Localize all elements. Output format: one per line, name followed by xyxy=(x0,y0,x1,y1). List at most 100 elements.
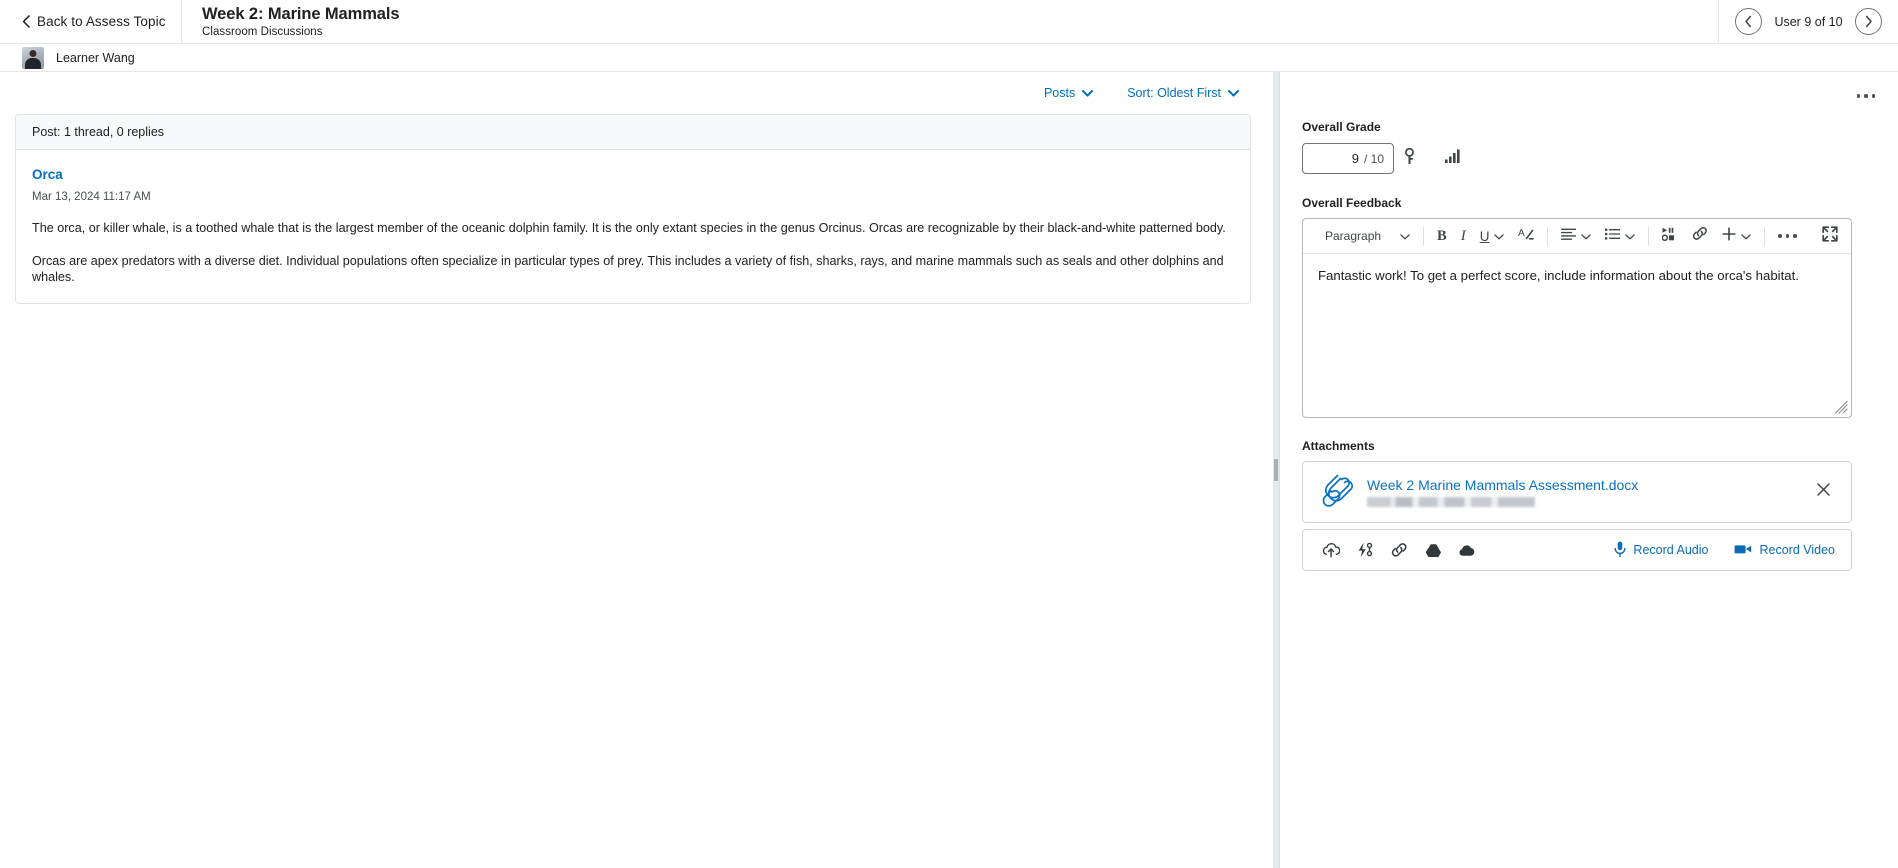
block-format-dropdown[interactable]: Paragraph xyxy=(1309,223,1417,249)
bulleted-list-icon xyxy=(1605,227,1621,245)
close-icon xyxy=(1816,483,1830,501)
post-timestamp: Mar 13, 2024 11:17 AM xyxy=(32,191,151,203)
insert-link-icon xyxy=(1692,226,1708,246)
align-left-icon xyxy=(1561,227,1577,245)
user-navigation: User 9 of 10 xyxy=(1718,0,1898,43)
rubric-button[interactable] xyxy=(1394,144,1424,174)
insert-link-button[interactable] xyxy=(1685,223,1715,249)
attachment-name-link[interactable]: Week 2 Marine Mammals Assessment.docx xyxy=(1367,477,1809,494)
overall-feedback-label: Overall Feedback xyxy=(1302,196,1402,210)
assess-discussion-page: Back to Assess Topic Week 2: Marine Mamm… xyxy=(0,0,1898,868)
record-audio-button[interactable]: Record Audio xyxy=(1614,541,1708,560)
key-icon xyxy=(1403,147,1416,170)
align-button[interactable] xyxy=(1554,223,1598,249)
chevron-down-icon xyxy=(1228,89,1239,97)
underline-label: U xyxy=(1479,228,1490,244)
attachments-label: Attachments xyxy=(1302,439,1375,453)
insert-more-button[interactable] xyxy=(1715,223,1758,249)
toolbar-divider xyxy=(1764,226,1766,246)
posts-pane: Posts Sort: Oldest First Post: 1 thread,… xyxy=(0,72,1273,868)
text-color-button[interactable]: A xyxy=(1511,223,1541,249)
pane-options-button[interactable] xyxy=(1850,82,1882,110)
chevron-down-icon xyxy=(1581,227,1592,245)
back-button-label: Back to Assess Topic xyxy=(37,14,166,29)
chevron-down-icon xyxy=(1741,227,1752,245)
top-header: Back to Assess Topic Week 2: Marine Mamm… xyxy=(0,0,1898,44)
quicklink-icon[interactable] xyxy=(1351,536,1379,564)
attachment-item: Week 2 Marine Mammals Assessment.docx xyxy=(1302,461,1852,523)
record-audio-label: Record Audio xyxy=(1633,543,1709,557)
chevron-left-icon xyxy=(1744,15,1753,28)
grade-input[interactable]: 9 / 10 xyxy=(1302,143,1394,174)
block-format-label: Paragraph xyxy=(1325,229,1382,243)
insert-media-button[interactable] xyxy=(1655,223,1685,249)
toolbar-divider xyxy=(1547,226,1549,246)
link-icon[interactable] xyxy=(1385,536,1413,564)
post-content: Orca Mar 13, 2024 11:17 AM The orca, or … xyxy=(16,150,1250,303)
chevron-down-icon xyxy=(1082,89,1094,97)
plus-icon xyxy=(1722,226,1737,246)
sort-dropdown-label: Sort: Oldest First xyxy=(1127,86,1221,100)
chevron-down-icon xyxy=(1494,227,1505,245)
video-camera-icon xyxy=(1734,543,1752,558)
chevron-right-icon xyxy=(1864,15,1873,28)
thread-summary: Post: 1 thread, 0 replies xyxy=(16,115,1250,150)
assessment-pane: Overall Grade 9 / 10 Overall Feedback Pa… xyxy=(1279,72,1898,868)
resize-splitter-icon xyxy=(1274,459,1278,481)
user-counter: User 9 of 10 xyxy=(1774,14,1843,29)
more-options-icon xyxy=(1856,94,1876,98)
post-paragraph-2: Orcas are apex predators with a diverse … xyxy=(32,254,1224,285)
more-options-icon xyxy=(1778,234,1797,238)
next-user-button[interactable] xyxy=(1854,8,1882,35)
italic-button[interactable]: I xyxy=(1454,223,1473,249)
record-video-label: Record Video xyxy=(1759,543,1835,557)
chevron-left-icon xyxy=(22,14,30,30)
fullscreen-button[interactable] xyxy=(1815,223,1845,249)
post-title-link[interactable]: Orca xyxy=(32,167,63,182)
upload-icon[interactable] xyxy=(1317,536,1345,564)
bar-chart-icon xyxy=(1444,149,1462,168)
editor-more-options-button[interactable] xyxy=(1771,223,1804,249)
content-split: Posts Sort: Oldest First Post: 1 thread,… xyxy=(0,72,1898,868)
list-button[interactable] xyxy=(1598,223,1642,249)
feedback-editor: Paragraph B I U A Fantastic work! To get… xyxy=(1302,218,1852,418)
chevron-down-icon xyxy=(1625,227,1636,245)
page-title: Week 2: Marine Mammals xyxy=(202,4,400,23)
back-to-assess-topic-button[interactable]: Back to Assess Topic xyxy=(0,0,182,43)
underline-button[interactable]: U xyxy=(1473,223,1512,249)
posts-controls: Posts Sort: Oldest First xyxy=(0,72,1273,110)
toolbar-divider xyxy=(1648,226,1650,246)
feedback-input[interactable]: Fantastic work! To get a perfect score, … xyxy=(1303,254,1851,417)
grade-value: 9 xyxy=(1351,151,1359,166)
insert-media-icon xyxy=(1662,227,1678,246)
fullscreen-icon xyxy=(1822,225,1838,247)
toolbar-divider xyxy=(1423,226,1425,246)
editor-toolbar: Paragraph B I U A xyxy=(1303,219,1851,254)
grade-denominator: / 10 xyxy=(1363,151,1384,166)
bold-button[interactable]: B xyxy=(1430,223,1454,249)
posts-filter-dropdown[interactable]: Posts xyxy=(1043,86,1094,100)
learner-name: Learner Wang xyxy=(56,50,135,65)
sort-dropdown[interactable]: Sort: Oldest First xyxy=(1127,86,1239,100)
attachment-info: Week 2 Marine Mammals Assessment.docx xyxy=(1367,477,1809,508)
remove-attachment-button[interactable] xyxy=(1809,478,1837,506)
previous-user-button[interactable] xyxy=(1735,8,1763,35)
posts-filter-label: Posts xyxy=(1043,86,1076,100)
overall-grade-label: Overall Grade xyxy=(1302,120,1381,134)
thread-card: Post: 1 thread, 0 replies Orca Mar 13, 2… xyxy=(15,114,1251,305)
paperclip-icon xyxy=(1319,472,1355,513)
overall-grade-row: 9 / 10 xyxy=(1302,143,1852,174)
text-color-icon: A xyxy=(1518,226,1535,246)
svg-text:A: A xyxy=(1518,228,1525,239)
onedrive-icon[interactable] xyxy=(1453,536,1481,564)
resize-handle-icon[interactable] xyxy=(1834,400,1848,414)
record-video-button[interactable]: Record Video xyxy=(1734,543,1835,558)
attachment-meta-redacted xyxy=(1367,497,1535,508)
chevron-down-icon xyxy=(1400,227,1410,245)
page-title-block: Week 2: Marine Mammals Classroom Discuss… xyxy=(182,0,1718,43)
learner-bar: Learner Wang xyxy=(0,44,1898,72)
avatar xyxy=(22,46,44,69)
page-subtitle: Classroom Discussions xyxy=(202,26,323,39)
statistics-button[interactable] xyxy=(1438,144,1468,174)
google-drive-icon[interactable] xyxy=(1419,536,1447,564)
